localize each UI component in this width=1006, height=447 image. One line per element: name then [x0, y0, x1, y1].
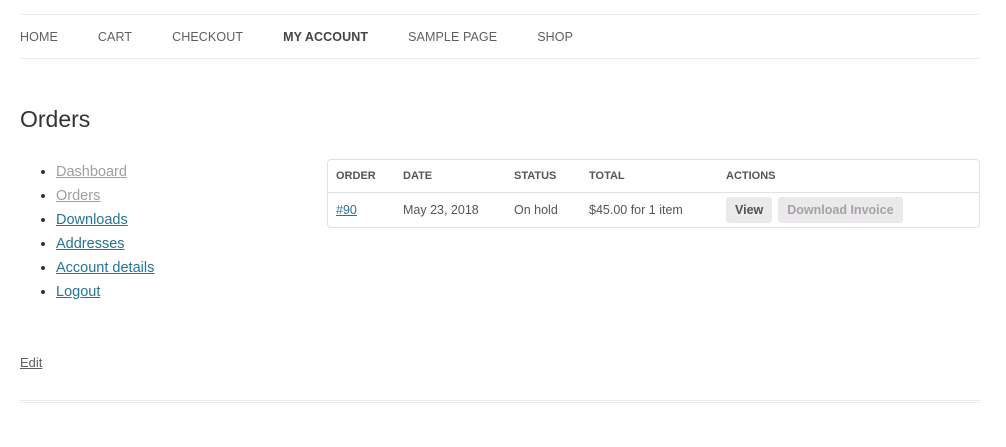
account-nav-item-logout: Logout — [56, 280, 154, 304]
order-number-link[interactable]: #90 — [336, 203, 357, 217]
column-header-total: TOTAL — [581, 160, 718, 193]
orders-table: ORDER DATE STATUS TOTAL ACTIONS #90 May … — [328, 160, 979, 227]
nav-item-home[interactable]: HOME — [20, 30, 58, 44]
account-navigation: Dashboard Orders Downloads Addresses Acc… — [20, 160, 154, 304]
account-nav-item-downloads: Downloads — [56, 208, 154, 232]
order-status: On hold — [514, 203, 558, 217]
order-number-cell: #90 — [328, 193, 395, 228]
account-nav-item-addresses: Addresses — [56, 232, 154, 256]
column-header-date: DATE — [395, 160, 506, 193]
account-nav-item-dashboard: Dashboard — [56, 160, 154, 184]
view-order-button[interactable]: View — [726, 197, 773, 223]
column-header-status: STATUS — [506, 160, 581, 193]
account-nav-item-account-details: Account details — [56, 256, 154, 280]
main-nav-list: HOME CART CHECKOUT MY ACCOUNT SAMPLE PAG… — [20, 15, 980, 58]
nav-item-sample-page[interactable]: SAMPLE PAGE — [408, 30, 497, 44]
order-actions: View Download Invoice — [718, 193, 979, 228]
account-nav-item-orders: Orders — [56, 184, 154, 208]
nav-item-my-account[interactable]: MY ACCOUNT — [283, 30, 368, 44]
account-nav-link-downloads[interactable]: Downloads — [56, 212, 128, 228]
column-header-order: ORDER — [328, 160, 395, 193]
nav-item-shop[interactable]: SHOP — [537, 30, 573, 44]
order-date: May 23, 2018 — [403, 203, 479, 217]
column-header-actions: ACTIONS — [718, 160, 979, 193]
nav-item-checkout[interactable]: CHECKOUT — [172, 30, 243, 44]
account-nav-link-addresses[interactable]: Addresses — [56, 236, 125, 252]
order-total: $45.00 for 1 item — [589, 203, 683, 217]
account-nav-link-dashboard[interactable]: Dashboard — [56, 164, 127, 180]
edit-link[interactable]: Edit — [20, 355, 42, 370]
main-navigation: HOME CART CHECKOUT MY ACCOUNT SAMPLE PAG… — [20, 14, 980, 59]
orders-table-container: ORDER DATE STATUS TOTAL ACTIONS #90 May … — [327, 159, 980, 228]
account-nav-link-logout[interactable]: Logout — [56, 284, 100, 300]
page-title: Orders — [20, 106, 91, 132]
orders-table-header-row: ORDER DATE STATUS TOTAL ACTIONS — [328, 160, 979, 193]
account-nav-link-account-details[interactable]: Account details — [56, 260, 154, 276]
page: HOME CART CHECKOUT MY ACCOUNT SAMPLE PAG… — [0, 0, 1006, 447]
account-nav-link-orders[interactable]: Orders — [56, 188, 100, 204]
download-invoice-button[interactable]: Download Invoice — [778, 197, 903, 223]
nav-item-cart[interactable]: CART — [98, 30, 132, 44]
table-row: #90 May 23, 2018 On hold $45.00 for 1 it… — [328, 193, 979, 228]
footer-divider — [20, 400, 980, 403]
